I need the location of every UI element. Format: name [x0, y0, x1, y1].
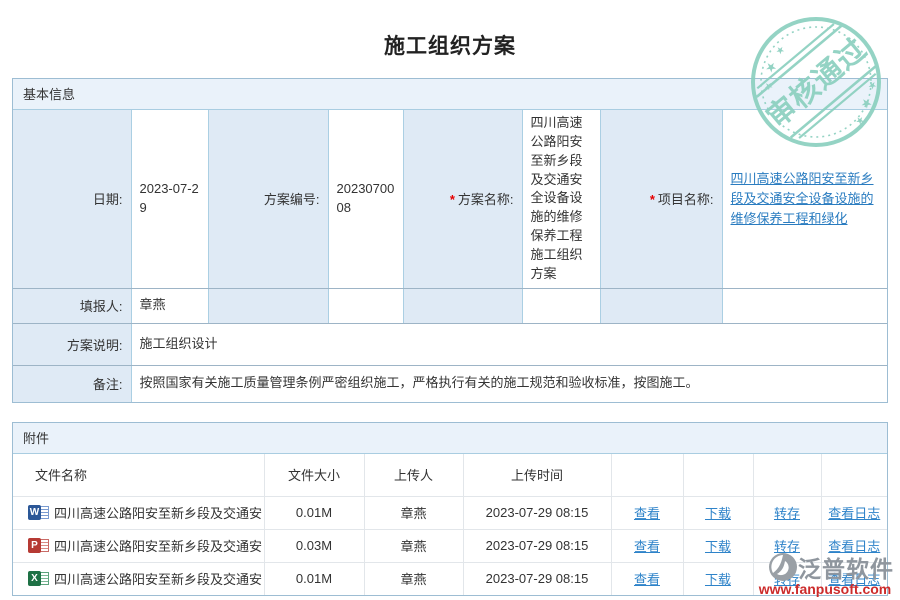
view-link[interactable]: 查看	[634, 506, 660, 521]
action-cell: 查看日志	[821, 529, 887, 562]
pdf-file-icon: P	[28, 538, 49, 554]
empty-label-cell	[208, 288, 328, 323]
file-name-cell: P 四川高速公路阳安至新乡段及交通安	[13, 529, 264, 562]
view-link[interactable]: 查看	[634, 572, 660, 587]
project-link[interactable]: 四川高速公路阳安至新乡段及交通安全设备设施的维修保养工程和绿化	[731, 171, 874, 226]
col-uploader: 上传人	[364, 454, 463, 496]
col-action-empty	[611, 454, 683, 496]
action-cell: 查看	[611, 562, 683, 595]
file-name: 四川高速公路阳安至新乡段及交通安	[54, 539, 262, 554]
reporter-label: 填报人:	[13, 288, 131, 323]
plan-name-value: 四川高速公路阳安至新乡段及交通安全设备设施的维修保养工程施工组织方案	[522, 110, 600, 288]
view-link[interactable]: 查看	[634, 539, 660, 554]
attachments-header-row: 文件名称 文件大小 上传人 上传时间	[13, 454, 887, 496]
attachments-section-title: 附件	[13, 423, 887, 454]
svg-text:★: ★	[762, 58, 781, 77]
remark-value: 按照国家有关施工质量管理条例严密组织施工，严格执行有关的施工规范和验收标准，按图…	[131, 365, 887, 402]
action-cell: 转存	[753, 496, 821, 529]
attachment-row: W 四川高速公路阳安至新乡段及交通安 0.01M 章燕 2023-07-29 08…	[13, 496, 887, 529]
plan-no-value: 2023070008	[328, 110, 403, 288]
attachment-row: P 四川高速公路阳安至新乡段及交通安 0.03M 章燕 2023-07-29 08…	[13, 529, 887, 562]
project-name-label: *项目名称:	[600, 110, 722, 288]
file-uploader: 章燕	[364, 562, 463, 595]
plan-desc-value: 施工组织设计	[131, 323, 887, 365]
attachments-table: 文件名称 文件大小 上传人 上传时间 W 四川高速公路阳安至新乡段及交通安 0.0…	[13, 454, 887, 595]
required-asterisk: *	[450, 192, 455, 207]
table-row: 填报人: 章燕	[13, 288, 887, 323]
action-cell: 查看	[611, 529, 683, 562]
file-size: 0.01M	[264, 562, 364, 595]
empty-label-cell	[600, 288, 722, 323]
file-name-cell: X 四川高速公路阳安至新乡段及交通安	[13, 562, 264, 595]
file-name: 四川高速公路阳安至新乡段及交通安	[54, 572, 262, 587]
table-row: 备注: 按照国家有关施工质量管理条例严密组织施工，严格执行有关的施工规范和验收标…	[13, 365, 887, 402]
empty-value-cell	[722, 288, 887, 323]
col-file-name: 文件名称	[13, 454, 264, 496]
excel-file-icon: X	[28, 571, 49, 587]
page: 施工组织方案 基本信息 日期: 2023-07-29 方案编号: 2023070…	[0, 0, 900, 600]
empty-value-cell	[328, 288, 403, 323]
word-file-icon: W	[28, 505, 49, 521]
col-action-empty	[821, 454, 887, 496]
file-name-cell: W 四川高速公路阳安至新乡段及交通安	[13, 496, 264, 529]
transfer-link[interactable]: 转存	[774, 572, 800, 587]
plan-name-label: *方案名称:	[403, 110, 522, 288]
reporter-value: 章燕	[131, 288, 208, 323]
basic-info-panel: 基本信息 日期: 2023-07-29 方案编号: 2023070008 *方案…	[12, 78, 888, 403]
basic-info-section-title: 基本信息	[13, 79, 887, 110]
col-upload-time: 上传时间	[463, 454, 611, 496]
plan-desc-label: 方案说明:	[13, 323, 131, 365]
transfer-link[interactable]: 转存	[774, 539, 800, 554]
action-cell: 转存	[753, 562, 821, 595]
action-cell: 查看日志	[821, 496, 887, 529]
action-cell: 下载	[683, 562, 753, 595]
action-cell: 下载	[683, 496, 753, 529]
file-size: 0.01M	[264, 496, 364, 529]
required-asterisk: *	[650, 192, 655, 207]
download-link[interactable]: 下载	[705, 539, 731, 554]
action-cell: 查看	[611, 496, 683, 529]
table-row: 日期: 2023-07-29 方案编号: 2023070008 *方案名称: 四…	[13, 110, 887, 288]
file-upload-time: 2023-07-29 08:15	[463, 562, 611, 595]
date-label: 日期:	[13, 110, 131, 288]
view-log-link[interactable]: 查看日志	[828, 572, 880, 587]
attachment-row: X 四川高速公路阳安至新乡段及交通安 0.01M 章燕 2023-07-29 08…	[13, 562, 887, 595]
page-title: 施工组织方案	[0, 30, 900, 60]
action-cell: 下载	[683, 529, 753, 562]
col-action-empty	[753, 454, 821, 496]
date-value: 2023-07-29	[131, 110, 208, 288]
col-action-empty	[683, 454, 753, 496]
empty-label-cell	[403, 288, 522, 323]
plan-no-label: 方案编号:	[208, 110, 328, 288]
project-name-label-text: 项目名称:	[658, 192, 714, 207]
file-uploader: 章燕	[364, 529, 463, 562]
view-log-link[interactable]: 查看日志	[828, 539, 880, 554]
project-name-cell: 四川高速公路阳安至新乡段及交通安全设备设施的维修保养工程和绿化	[722, 110, 887, 288]
table-row: 方案说明: 施工组织设计	[13, 323, 887, 365]
file-upload-time: 2023-07-29 08:15	[463, 529, 611, 562]
download-link[interactable]: 下载	[705, 572, 731, 587]
file-upload-time: 2023-07-29 08:15	[463, 496, 611, 529]
action-cell: 转存	[753, 529, 821, 562]
remark-label: 备注:	[13, 365, 131, 402]
empty-value-cell	[522, 288, 600, 323]
view-log-link[interactable]: 查看日志	[828, 506, 880, 521]
file-name: 四川高速公路阳安至新乡段及交通安	[54, 506, 262, 521]
col-file-size: 文件大小	[264, 454, 364, 496]
action-cell: 查看日志	[821, 562, 887, 595]
attachments-panel: 附件 文件名称 文件大小 上传人 上传时间 W 四川高速公路阳安至新乡段及交通安 …	[12, 422, 888, 596]
transfer-link[interactable]: 转存	[774, 506, 800, 521]
file-size: 0.03M	[264, 529, 364, 562]
basic-info-table: 日期: 2023-07-29 方案编号: 2023070008 *方案名称: 四…	[13, 110, 887, 402]
plan-name-label-text: 方案名称:	[458, 192, 514, 207]
download-link[interactable]: 下载	[705, 506, 731, 521]
file-uploader: 章燕	[364, 496, 463, 529]
